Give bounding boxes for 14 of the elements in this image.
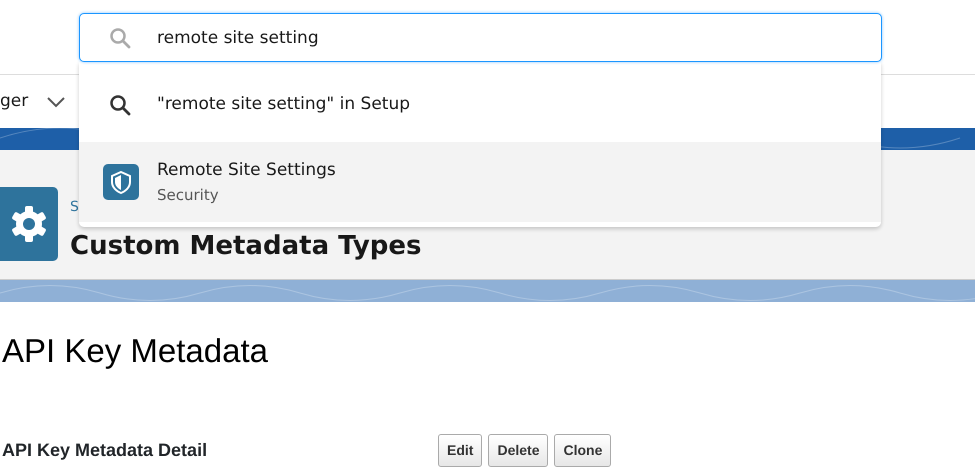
search-icon — [109, 94, 131, 116]
nav-label[interactable]: ger — [0, 88, 28, 114]
page-title: Custom Metadata Types — [70, 232, 422, 261]
action-button[interactable]: Delete — [488, 434, 548, 466]
search-field[interactable]: remote site setting — [79, 13, 882, 62]
action-button[interactable]: Edit — [438, 434, 482, 466]
record-title: API Key Metadata — [2, 331, 269, 371]
action-button[interactable]: Clone — [554, 434, 612, 466]
chevron-down-icon[interactable] — [46, 96, 66, 108]
dropdown-item[interactable]: Remote Site Settings Security — [79, 142, 881, 222]
section-title: API Key Metadata Detail — [2, 438, 208, 462]
dropdown-item[interactable]: "remote site setting" in Setup — [79, 79, 881, 130]
shield-icon — [103, 164, 139, 200]
search-icon — [109, 27, 131, 49]
